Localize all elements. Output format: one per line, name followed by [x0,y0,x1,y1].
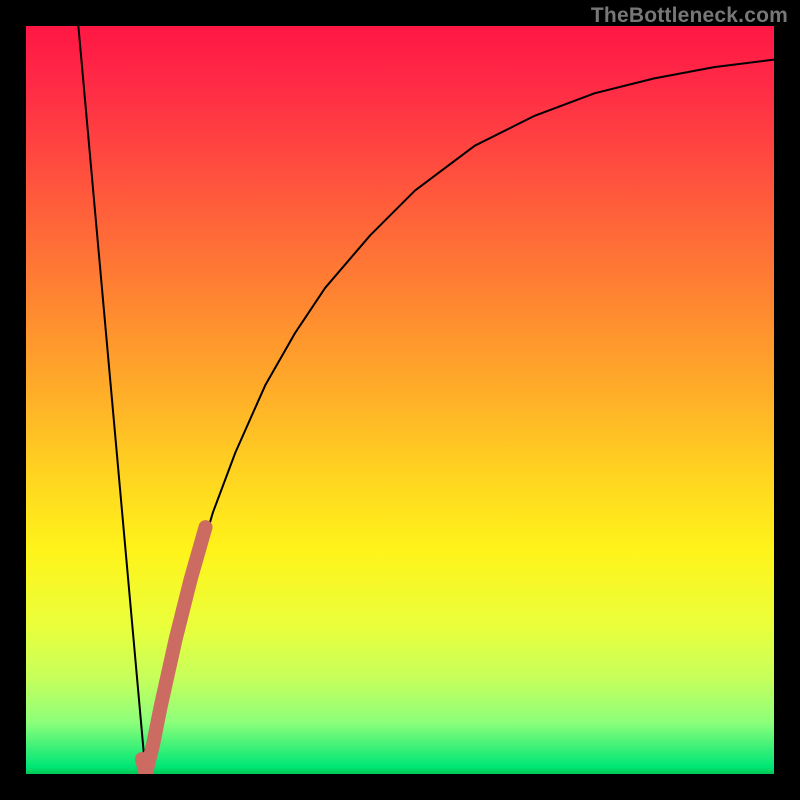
plot-area [26,26,774,774]
series-red-highlight [142,527,206,774]
curves-svg [26,26,774,774]
series-black-right-curve [146,60,774,774]
chart-stage: TheBottleneck.com [0,0,800,800]
watermark-text: TheBottleneck.com [591,4,788,28]
series-black-left-leg [78,26,145,774]
